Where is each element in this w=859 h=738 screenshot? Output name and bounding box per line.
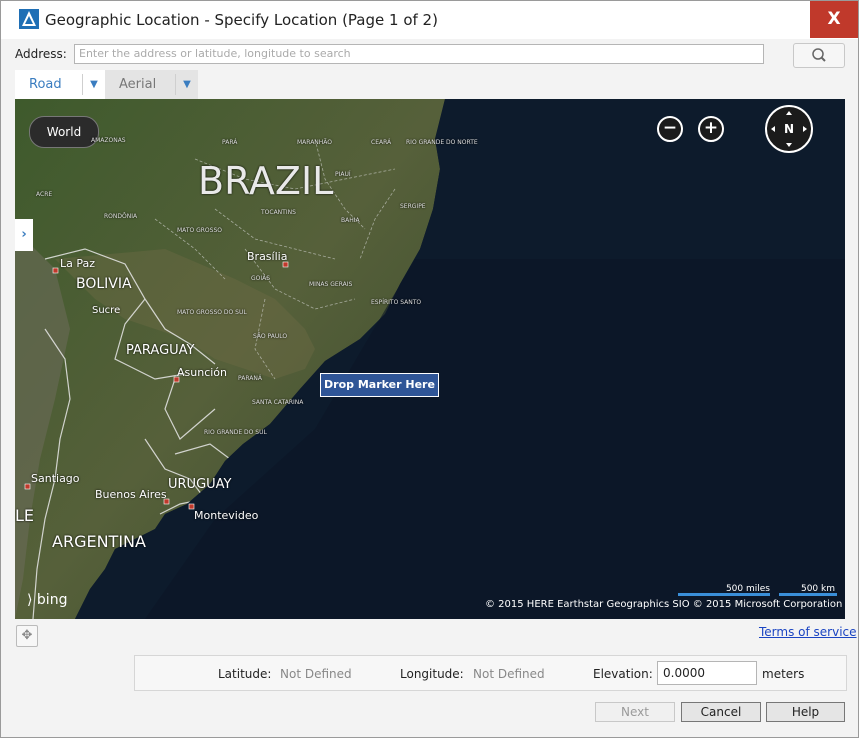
tab-road[interactable]: Road ▼ (15, 70, 106, 99)
map-label-tocantins: TOCANTINS (261, 209, 296, 216)
next-button[interactable]: Next (595, 702, 675, 722)
map-label-piaui: PIAUÍ (335, 171, 351, 178)
map-label-rio-grande-do-norte: RIO GRANDE DO NORTE (406, 139, 478, 146)
map-label-parana: PARANÁ (238, 375, 262, 382)
drop-marker-button[interactable]: Drop Marker Here (320, 373, 439, 397)
map-label-sucre: Sucre (92, 305, 121, 316)
map-label-amazonas: AMAZONAS (91, 137, 126, 144)
crosshair-icon: ✥ (21, 628, 33, 643)
map-label-santa-catarina: SANTA CATARINA (252, 399, 304, 406)
map-label-sergipe: SERGIPE (400, 203, 426, 210)
elevation-label: Elevation: (593, 667, 653, 681)
chevron-right-icon: › (21, 227, 27, 242)
help-button[interactable]: Help (766, 702, 845, 722)
terms-of-service-link[interactable]: Terms of service (759, 625, 857, 639)
bing-logo: ⟩ bing (27, 592, 67, 608)
latitude-label: Latitude: (218, 667, 272, 681)
address-search-input[interactable]: Enter the address or latitude, longitude… (74, 44, 764, 64)
map-label-brasilia: Brasília (247, 250, 288, 263)
zoom-in-button[interactable]: + (698, 116, 724, 142)
map-label-para: PARÁ (222, 139, 238, 146)
scale-miles-bar (678, 593, 770, 596)
map-label-chile-partial: LE (15, 506, 35, 525)
zoom-out-button[interactable]: − (657, 116, 683, 142)
longitude-value: Not Defined (473, 667, 545, 681)
latitude-value: Not Defined (280, 667, 352, 681)
map-label-sao-paulo: SÃO PAULO (253, 333, 288, 340)
bing-label: bing (36, 592, 68, 608)
map-label-rio-grande-do-sul: RIO GRANDE DO SUL (204, 429, 267, 436)
window-title: Geographic Location - Specify Location (… (45, 11, 438, 29)
chevron-down-icon[interactable]: ▼ (82, 74, 105, 95)
plus-icon: + (703, 118, 719, 138)
bing-icon: ⟩ (27, 592, 33, 608)
map-label-mato-grosso-do-sul: MATO GROSSO DO SUL (177, 309, 247, 316)
title-bar: Geographic Location - Specify Location (… (1, 1, 858, 39)
map-copyright: © 2015 HERE Earthstar Geographics SIO © … (485, 599, 843, 610)
map-label-minas-gerais: MINAS GERAIS (309, 281, 353, 288)
map-label-bahia: BAHIA (341, 217, 360, 224)
map-label-santiago: Santiago (31, 472, 80, 485)
map-label-ceara: CEARÁ (371, 139, 392, 146)
address-label: Address: (15, 47, 67, 61)
close-button[interactable]: X (810, 1, 858, 38)
crosshair-button[interactable]: ✥ (16, 625, 38, 647)
coordinates-panel: Latitude: Not Defined Longitude: Not Def… (134, 655, 847, 691)
map-label-maranhao: MARANHÃO (297, 139, 333, 146)
compass-button[interactable]: N (765, 105, 813, 153)
map-view[interactable]: World − + N › BRAZIL BOLIVIA PARAGUAY UR… (15, 99, 845, 619)
cancel-button[interactable]: Cancel (681, 702, 761, 722)
map-label-buenos-aires: Buenos Aires (95, 488, 167, 501)
tab-aerial[interactable]: Aerial ▼ (105, 70, 198, 99)
map-label-la-paz: La Paz (60, 257, 96, 270)
map-label-brazil: BRAZIL (198, 159, 334, 203)
map-label-argentina: ARGENTINA (52, 532, 146, 551)
world-button[interactable]: World (29, 116, 99, 148)
elevation-input[interactable]: 0.0000 (657, 661, 757, 685)
map-label-asuncion: Asunción (177, 366, 228, 379)
chevron-down-icon[interactable]: ▼ (175, 74, 198, 95)
map-label-rondonia: RONDÔNIA (104, 213, 138, 220)
scale-km-bar (779, 593, 837, 596)
expand-panel-button[interactable]: › (15, 219, 33, 251)
search-icon (812, 48, 826, 62)
map-label-bolivia: BOLIVIA (76, 276, 132, 292)
tab-road-label: Road (29, 77, 62, 92)
tab-aerial-label: Aerial (119, 77, 157, 92)
minus-icon: − (662, 118, 678, 138)
compass-north-label: N (783, 122, 795, 136)
map-label-paraguay: PARAGUAY (126, 343, 195, 358)
map-label-mato-grosso: MATO GROSSO (177, 227, 222, 234)
app-logo-icon (19, 9, 39, 29)
map-label-uruguay: URUGUAY (168, 477, 232, 492)
search-button[interactable] (793, 43, 845, 68)
map-label-montevideo: Montevideo (194, 509, 259, 522)
map-label-acre: ACRE (36, 191, 53, 198)
geographic-location-dialog: Geographic Location - Specify Location (… (0, 0, 859, 738)
longitude-label: Longitude: (400, 667, 464, 681)
map-label-espirito-santo: ESPÍRITO SANTO (371, 299, 422, 306)
map-label-goias: GOIÁS (251, 275, 271, 282)
elevation-unit: meters (762, 667, 805, 681)
